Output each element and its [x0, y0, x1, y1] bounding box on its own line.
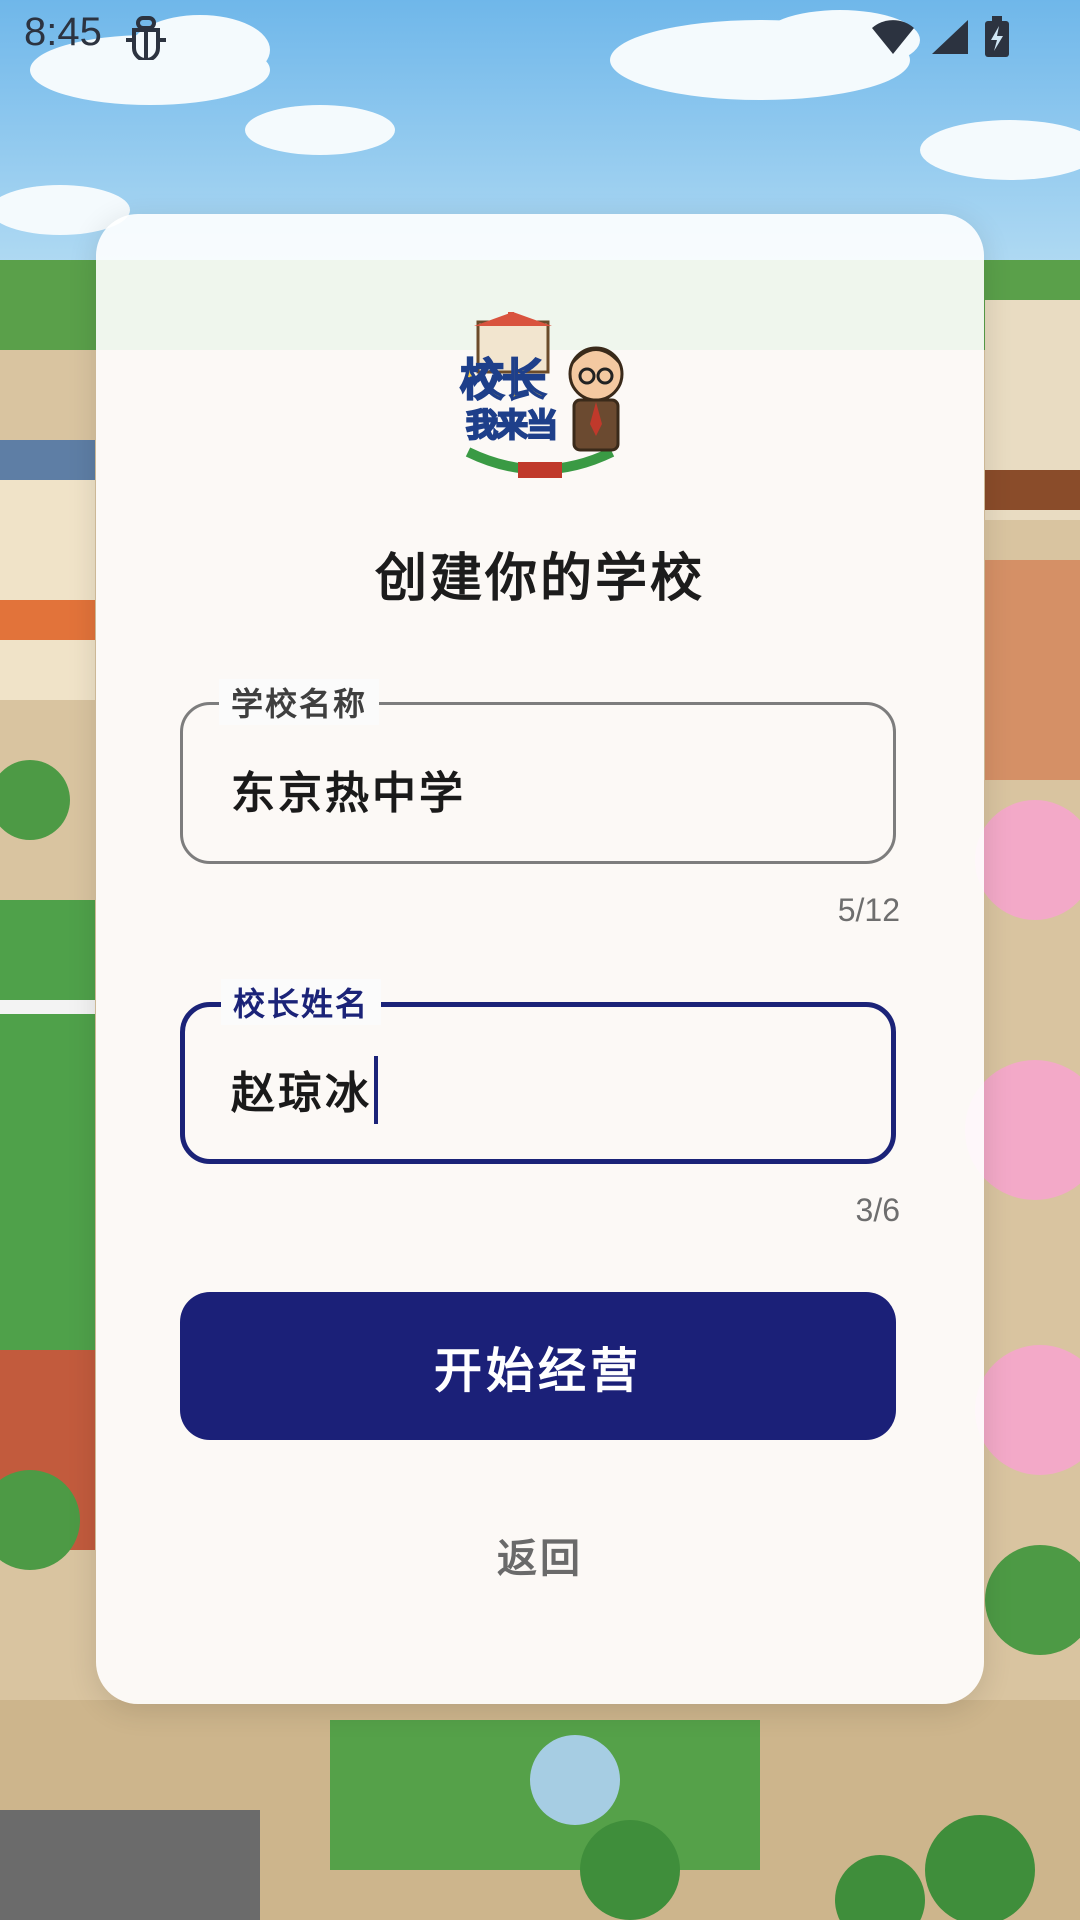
principal-name-value: 赵琼冰 — [231, 1068, 372, 1119]
bug-icon — [124, 12, 168, 62]
status-bar: 8:45 — [0, 0, 1080, 80]
signal-icon — [930, 18, 970, 60]
school-name-counter: 5/12 — [837, 892, 900, 928]
create-school-card: 校长 我来当 创建你的学校 学校名称 东京热中学 5/12 校长姓名 赵琼冰 3… — [96, 214, 984, 1704]
logo-text-line2: 我来当 — [465, 405, 559, 445]
principal-name-input[interactable]: 赵琼冰 — [231, 1056, 378, 1124]
school-name-value[interactable]: 东京热中学 — [231, 757, 466, 821]
principal-name-counter: 3/6 — [855, 1192, 900, 1228]
game-logo: 校长 我来当 — [448, 312, 632, 482]
school-name-field[interactable]: 学校名称 东京热中学 — [180, 679, 896, 864]
wifi-icon — [870, 18, 916, 60]
school-name-label: 学校名称 — [219, 679, 380, 725]
principal-name-label: 校长姓名 — [221, 979, 382, 1025]
logo-text-line1: 校长 — [459, 354, 547, 407]
status-time: 8:45 — [24, 10, 102, 54]
back-button[interactable]: 返回 — [96, 1526, 984, 1584]
text-cursor — [374, 1056, 378, 1124]
page-title: 创建你的学校 — [374, 549, 705, 609]
principal-name-field[interactable]: 校长姓名 赵琼冰 — [180, 979, 896, 1164]
start-management-button[interactable]: 开始经营 — [180, 1292, 896, 1440]
battery-charging-icon — [984, 16, 1010, 62]
